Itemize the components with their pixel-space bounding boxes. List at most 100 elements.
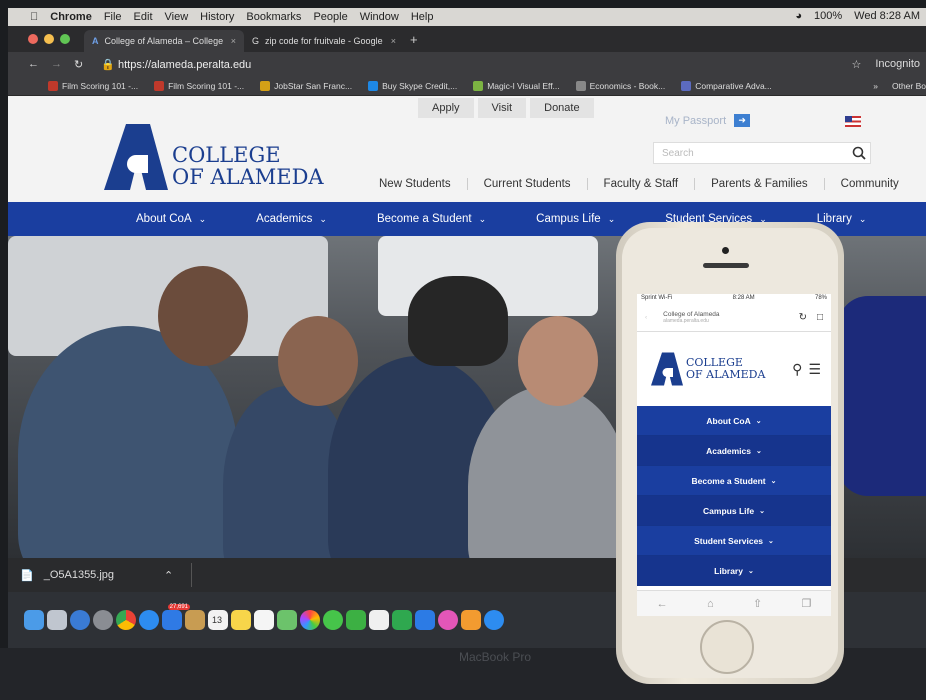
search-input[interactable]: Search (653, 142, 871, 164)
us-flag-icon[interactable] (845, 116, 861, 127)
finder-icon[interactable] (24, 610, 44, 630)
wifi-icon[interactable]: ◕ (795, 10, 802, 22)
home-button[interactable] (700, 620, 754, 674)
contacts-icon[interactable] (185, 610, 205, 630)
phone-nav-library[interactable]: Library ⌄ (637, 556, 831, 586)
new-students-link[interactable]: New Students (363, 178, 467, 190)
phone-nav-campus-life[interactable]: Campus Life ⌄ (637, 496, 831, 526)
maps-icon[interactable] (277, 610, 297, 630)
bookmark-star-icon[interactable]: ☆ (851, 58, 861, 71)
hamburger-menu-icon[interactable]: ☰ (808, 361, 821, 378)
phone-nav-student-services[interactable]: Student Services ⌄ (637, 526, 831, 556)
app-store-icon[interactable] (484, 610, 504, 630)
current-students-link[interactable]: Current Students (466, 178, 587, 190)
close-tab-icon[interactable]: × (391, 36, 396, 46)
bookmark-item[interactable]: Economics - Book... (575, 80, 666, 91)
notes-icon[interactable] (231, 610, 251, 630)
messages-icon[interactable] (323, 610, 343, 630)
menubar-item-history[interactable]: History (200, 11, 234, 23)
reminders-icon[interactable] (254, 610, 274, 630)
phone-home-icon[interactable]: ⌂ (707, 598, 714, 610)
menubar-item-view[interactable]: View (165, 11, 189, 23)
community-link[interactable]: Community (823, 178, 915, 190)
ibooks-icon[interactable] (461, 610, 481, 630)
my-passport-link[interactable]: My Passport ➜ (665, 114, 751, 127)
address-bar[interactable]: 🔒 https://alameda.peralta.edu (101, 58, 251, 71)
nav-campus-life[interactable]: Campus Life ⌄ (536, 213, 615, 225)
launchpad-icon[interactable] (47, 610, 67, 630)
other-bookmarks[interactable]: Other Bo (892, 81, 926, 91)
apple-icon[interactable]:  (30, 11, 38, 23)
pages-icon[interactable] (369, 610, 389, 630)
more-bookmarks-icon[interactable]: » (873, 81, 878, 91)
safari-icon[interactable] (139, 610, 159, 630)
minimize-window-button[interactable] (44, 34, 54, 44)
menubar-item-edit[interactable]: Edit (134, 11, 153, 23)
battery-percent[interactable]: 100% (814, 10, 842, 22)
chevron-down-icon: ⌄ (756, 447, 762, 455)
tab-google-search[interactable]: G zip code for fruitvale - Google × (244, 30, 404, 52)
phone-nav-academics[interactable]: Academics ⌄ (637, 436, 831, 466)
college-logo[interactable]: COLLEGE OF ALAMEDA (104, 124, 324, 190)
bookmark-item[interactable]: Buy Skype Credit,... (368, 80, 457, 91)
donate-link[interactable]: Donate (530, 98, 594, 118)
search-icon[interactable] (852, 146, 866, 160)
photos-icon[interactable] (300, 610, 320, 630)
menubar-item-people[interactable]: People (313, 11, 347, 23)
bookmark-item[interactable]: Film Scoring 101 -... (48, 80, 138, 91)
visit-link[interactable]: Visit (477, 98, 527, 118)
phone-tabs-icon[interactable]: ❐ (801, 597, 811, 610)
zoom-window-button[interactable] (60, 34, 70, 44)
favicon-icon: A (92, 36, 99, 46)
numbers-icon[interactable] (392, 610, 412, 630)
chrome-icon[interactable] (116, 610, 136, 630)
forward-icon[interactable]: → (51, 58, 62, 70)
itunes-icon[interactable] (438, 610, 458, 630)
nav-library[interactable]: Library ⌄ (817, 213, 867, 225)
phone-bookmark-icon[interactable]: □ (817, 312, 823, 323)
phone-address-bar[interactable]: ‹ College of Alameda alameda.peralta.edu… (637, 304, 831, 332)
rocket-icon[interactable] (93, 610, 113, 630)
reload-icon[interactable]: ↻ (74, 58, 83, 71)
nav-academics[interactable]: Academics ⌄ (256, 213, 327, 225)
mail-icon[interactable]: 27,691 (162, 604, 190, 630)
nav-about-coa[interactable]: About CoA ⌄ (136, 213, 206, 225)
close-tab-icon[interactable]: × (231, 36, 236, 46)
menubar-clock[interactable]: Wed 8:28 AM (854, 10, 920, 22)
parents-families-link[interactable]: Parents & Families (694, 178, 824, 190)
phone-share-icon[interactable]: ⇧ (753, 597, 762, 610)
keynote-icon[interactable] (415, 610, 435, 630)
search-icon[interactable]: ⚲ (792, 361, 802, 378)
menubar-item-help[interactable]: Help (411, 11, 434, 23)
menubar-item-bookmarks[interactable]: Bookmarks (246, 11, 301, 23)
phone-reload-icon[interactable]: ↻ (799, 312, 807, 323)
close-window-button[interactable] (28, 34, 38, 44)
bookmark-item[interactable]: JobStar San Franc... (260, 80, 352, 91)
safari-compass-icon[interactable] (70, 610, 90, 630)
menubar-app-name[interactable]: Chrome (50, 11, 92, 23)
calendar-icon[interactable]: 13 (208, 610, 228, 630)
bookmark-item[interactable]: Magic-l Visual Eff... (473, 80, 560, 91)
chevron-up-icon[interactable]: ⌃ (164, 569, 173, 582)
menubar-item-file[interactable]: File (104, 11, 122, 23)
phone-back-icon[interactable]: ← (657, 598, 668, 610)
incognito-label[interactable]: Incognito (875, 58, 920, 71)
phone-nav-become-a-student[interactable]: Become a Student ⌄ (637, 466, 831, 496)
phone-logo-line-2: OF ALAMEDA (686, 368, 766, 381)
menubar-item-window[interactable]: Window (360, 11, 399, 23)
bookmark-item[interactable]: Film Scoring 101 -... (154, 80, 244, 91)
bookmark-item[interactable]: Comparative Adva... (681, 80, 772, 91)
nav-become-a-student[interactable]: Become a Student ⌄ (377, 213, 486, 225)
back-icon[interactable]: ← (28, 58, 39, 70)
apply-link[interactable]: Apply (418, 98, 474, 118)
logo-text: COLLEGE OF ALAMEDA (172, 144, 324, 188)
faculty-staff-link[interactable]: Faculty & Staff (586, 178, 695, 190)
bookmark-label: Economics - Book... (589, 80, 666, 91)
facetime-icon[interactable] (346, 610, 366, 630)
new-tab-button[interactable]: + (410, 32, 418, 47)
college-a-logo-icon[interactable] (651, 352, 683, 386)
phone-back-icon[interactable]: ‹ (645, 314, 647, 321)
tab-college-of-alameda[interactable]: A College of Alameda – College × (84, 30, 244, 52)
phone-nav-about-coa[interactable]: About CoA ⌄ (637, 406, 831, 436)
downloaded-file[interactable]: _O5A1355.jpg (44, 569, 114, 581)
